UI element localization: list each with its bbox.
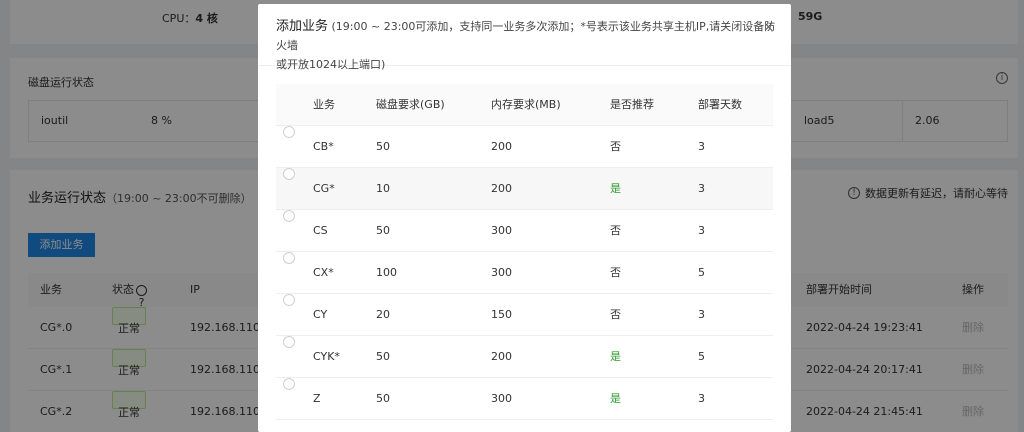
close-icon[interactable]: × [763,21,774,34]
radio-button[interactable] [283,210,295,222]
table-header: 业务 磁盘要求(GB) 内存要求(MB) 是否推荐 部署天数 [276,84,773,126]
modal-header: 添加业务 (19:00 ~ 23:00可添加，支持同一业务多次添加；*号表示该业… [258,4,791,71]
radio-button[interactable] [283,378,295,390]
table-row[interactable]: CG* 10 200 是 3 [276,168,773,210]
radio-button[interactable] [283,252,295,264]
table-row[interactable]: CYK* 50 200 是 5 [276,336,773,378]
modal-title: 添加业务 (19:00 ~ 23:00可添加，支持同一业务多次添加；*号表示该业… [276,19,776,71]
radio-button[interactable] [283,126,295,138]
radio-button[interactable] [283,294,295,306]
radio-button[interactable] [283,336,295,348]
table-row[interactable]: CX* 100 300 否 5 [276,252,773,294]
table-row[interactable]: Z 50 300 是 3 [276,378,773,420]
radio-button[interactable] [283,168,295,180]
table-row[interactable]: CB* 50 200 否 3 [276,126,773,168]
table-row[interactable]: CY 20 150 否 3 [276,294,773,336]
add-business-modal: 添加业务 (19:00 ~ 23:00可添加，支持同一业务多次添加；*号表示该业… [258,4,791,432]
table-row[interactable]: CS 50 300 否 3 [276,210,773,252]
